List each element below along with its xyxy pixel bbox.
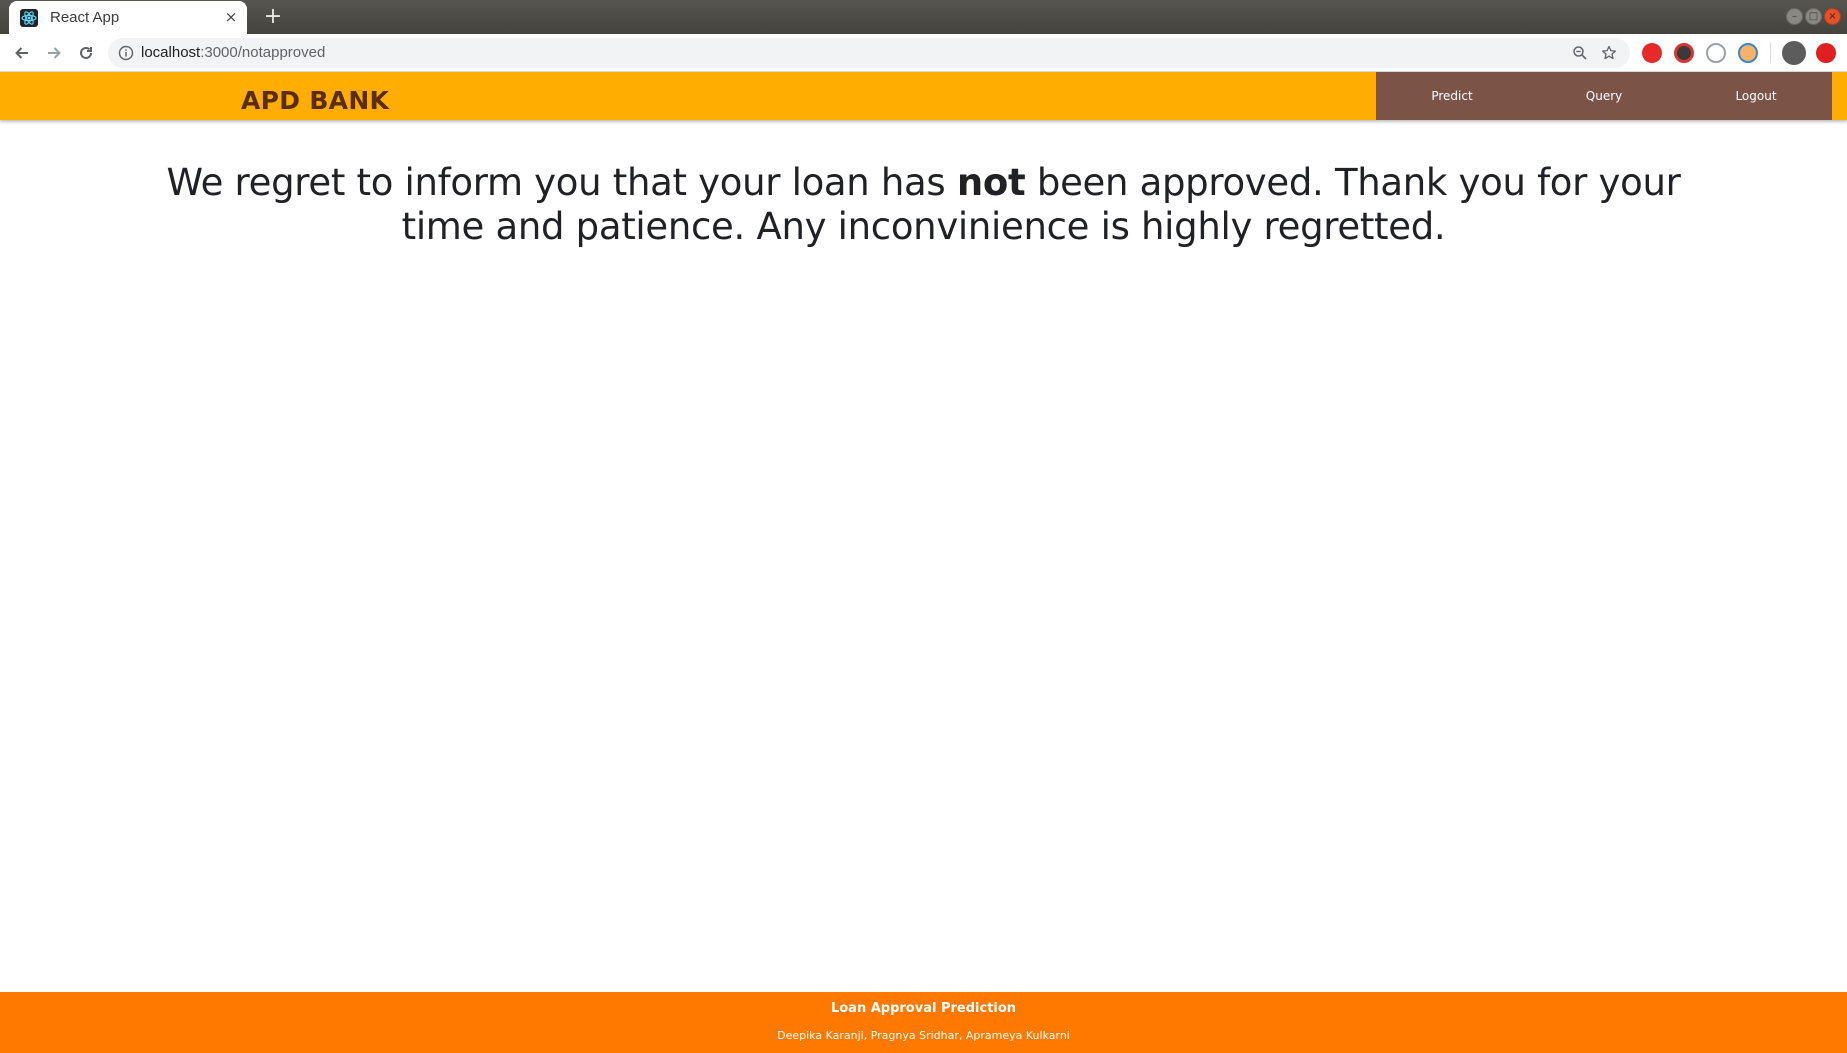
nav-predict[interactable]: Predict <box>1376 72 1528 120</box>
tab-title: React App <box>50 9 120 26</box>
extension-icon[interactable] <box>1674 43 1694 63</box>
nav-query[interactable]: Query <box>1528 72 1680 120</box>
zoom-icon[interactable] <box>1571 44 1589 62</box>
url-text[interactable]: localhost:3000/notapproved <box>141 44 325 61</box>
back-button[interactable] <box>10 41 34 65</box>
adblock-extension-icon[interactable] <box>1642 43 1662 63</box>
address-bar[interactable]: localhost:3000/notapproved <box>108 38 1630 68</box>
extension-icon[interactable] <box>1738 43 1758 63</box>
update-menu-icon[interactable] <box>1816 43 1836 63</box>
window-close-button[interactable]: × <box>1824 8 1841 25</box>
react-logo-icon <box>20 8 38 27</box>
main-nav: Predict Query Logout <box>1376 72 1832 120</box>
nav-logout[interactable]: Logout <box>1680 72 1832 120</box>
tab-close-icon[interactable]: × <box>223 9 239 25</box>
rejection-message: We regret to inform you that your loan h… <box>120 161 1727 249</box>
profile-avatar[interactable] <box>1782 41 1806 65</box>
extension-icon[interactable] <box>1706 43 1726 63</box>
window-minimize-button[interactable]: – <box>1786 8 1803 25</box>
back-arrow-icon <box>15 47 28 59</box>
message-emphasis: not <box>956 161 1026 204</box>
reload-button[interactable] <box>74 41 98 65</box>
forward-arrow-icon <box>48 47 61 59</box>
url-host: localhost <box>141 44 201 61</box>
window-maximize-button[interactable]: □ <box>1805 8 1822 25</box>
browser-title-bar: React App × + – □ × <box>0 0 1847 34</box>
new-tab-button[interactable]: + <box>260 4 286 30</box>
url-path: :3000/notapproved <box>200 44 326 61</box>
page-footer: Loan Approval Prediction Deepika Karanji… <box>0 992 1847 1053</box>
page: APD BANK Predict Query Logout We regret … <box>0 72 1847 1053</box>
footer-authors: Deepika Karanji, Pragnya Sridhar, Aprame… <box>777 1029 1070 1042</box>
bookmark-star-icon[interactable] <box>1600 44 1618 62</box>
brand-logo[interactable]: APD BANK <box>241 86 389 115</box>
site-info-icon[interactable] <box>118 45 134 61</box>
browser-tab[interactable]: React App × <box>9 1 247 34</box>
forward-button[interactable] <box>42 41 66 65</box>
browser-toolbar: localhost:3000/notapproved <box>0 34 1847 72</box>
message-part: We regret to inform you that your loan h… <box>166 161 957 204</box>
footer-title: Loan Approval Prediction <box>830 1001 1017 1016</box>
toolbar-divider <box>1770 43 1771 63</box>
app-header: APD BANK Predict Query Logout <box>0 72 1847 120</box>
reload-icon <box>80 46 92 59</box>
